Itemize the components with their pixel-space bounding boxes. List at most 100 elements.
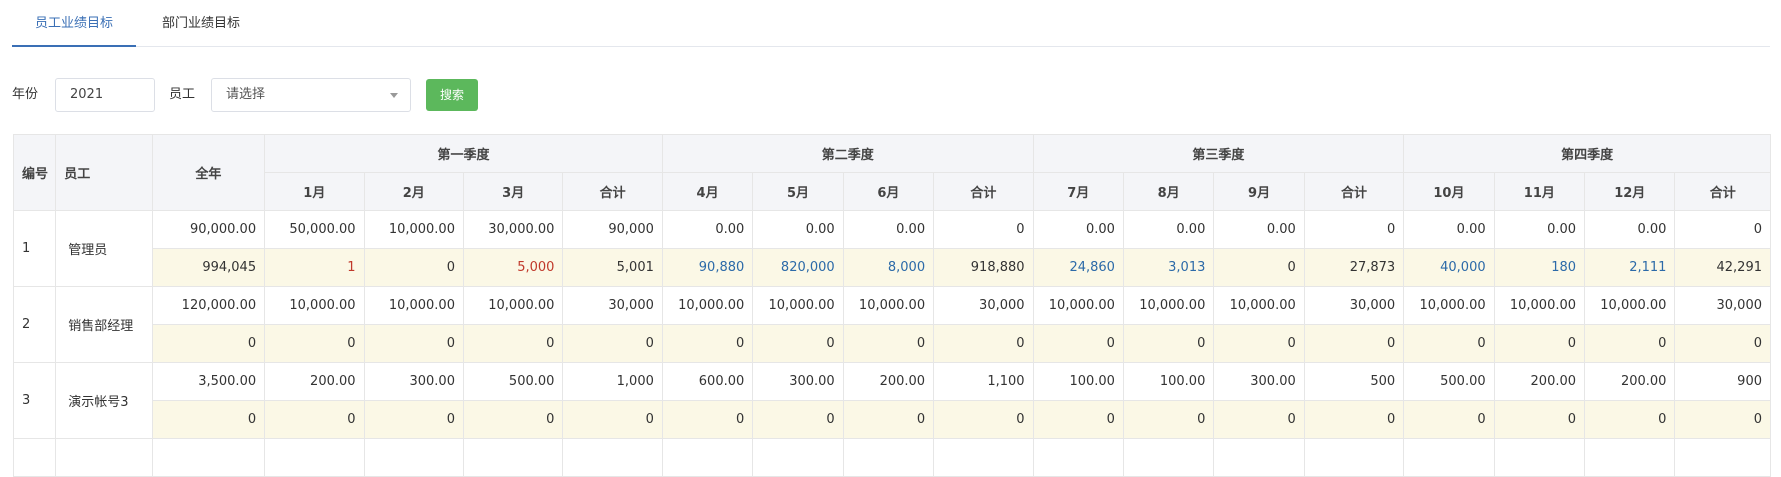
target-cell: 300.00 xyxy=(1213,362,1305,401)
actual-cell: 0 xyxy=(1674,400,1771,439)
target-cell: 0.00 xyxy=(1403,210,1495,249)
empty-cell xyxy=(752,438,844,477)
actual-cell: 0 xyxy=(462,400,564,439)
empty-cell xyxy=(1403,438,1495,477)
target-cell: 0.00 xyxy=(752,210,844,249)
actual-cell: 994,045 xyxy=(151,248,266,287)
actual-cell: 0 xyxy=(1303,324,1405,363)
header-month: 6月 xyxy=(842,172,935,211)
tab-department-targets[interactable]: 部门业绩目标 xyxy=(162,0,262,46)
actual-cell: 90,880 xyxy=(661,248,754,287)
target-cell: 10,000.00 xyxy=(264,286,365,325)
target-cell: 0.00 xyxy=(1032,210,1124,249)
target-cell: 600.00 xyxy=(661,362,754,401)
empty-cell xyxy=(933,438,1034,477)
actual-cell: 0 xyxy=(1674,324,1771,363)
target-cell: 3,500.00 xyxy=(151,362,266,401)
search-button[interactable]: 搜索 xyxy=(426,79,478,111)
actual-cell: 24,860 xyxy=(1032,248,1124,287)
actual-cell: 0 xyxy=(363,248,464,287)
target-cell: 200.00 xyxy=(1493,362,1586,401)
target-cell: 10,000.00 xyxy=(462,286,564,325)
employee-name: 管理员 xyxy=(55,210,153,287)
actual-cell: 0 xyxy=(1213,400,1305,439)
empty-cell xyxy=(1584,438,1676,477)
target-cell: 120,000.00 xyxy=(151,286,266,325)
target-cell: 10,000.00 xyxy=(363,210,464,249)
target-cell: 10,000.00 xyxy=(842,286,935,325)
target-cell: 100.00 xyxy=(1032,362,1124,401)
tab-employee-targets[interactable]: 员工业绩目标 xyxy=(12,0,136,47)
year-input[interactable]: 2021 xyxy=(55,78,155,112)
actual-cell: 0 xyxy=(933,324,1034,363)
table-row: 3 演示帐号3 3,500.00 200.00 300.00 500.00 1,000 600… xyxy=(12,362,1771,439)
target-cell: 1,100 xyxy=(933,362,1034,401)
target-cell: 200.00 xyxy=(264,362,365,401)
empty-cell xyxy=(1213,438,1305,477)
actual-cell: 0 xyxy=(1493,400,1586,439)
target-cell: 30,000 xyxy=(562,286,663,325)
header-month: 9月 xyxy=(1213,172,1305,211)
actual-cell: 0 xyxy=(1122,400,1215,439)
actual-cell: 1 xyxy=(264,248,365,287)
employee-name: 演示帐号3 xyxy=(55,362,153,439)
target-cell: 500.00 xyxy=(462,362,564,401)
header-month: 4月 xyxy=(661,172,754,211)
actual-cell: 3,013 xyxy=(1122,248,1215,287)
table-row-actual: 00000000000000000 xyxy=(14,324,1771,363)
target-cell: 0.00 xyxy=(1213,210,1305,249)
empty-cell xyxy=(1493,438,1586,477)
row-number: 3 xyxy=(12,362,57,439)
target-cell: 300.00 xyxy=(752,362,844,401)
actual-cell: 0 xyxy=(1403,400,1495,439)
table-row: 1 管理员 90,000.00 50,000.00 10,000.00 30,000.00… xyxy=(12,210,1771,287)
table-body: 1 管理员 90,000.00 50,000.00 10,000.00 30,000.00… xyxy=(12,210,1771,477)
target-cell: 10,000.00 xyxy=(1493,286,1586,325)
target-cell: 50,000.00 xyxy=(264,210,365,249)
actual-cell: 0 xyxy=(1213,324,1305,363)
target-cell: 30,000 xyxy=(1674,286,1771,325)
actual-cell: 0 xyxy=(462,324,564,363)
target-cell: 200.00 xyxy=(842,362,935,401)
target-cell: 10,000.00 xyxy=(1122,286,1215,325)
actual-cell: 820,000 xyxy=(752,248,844,287)
actual-cell: 180 xyxy=(1493,248,1586,287)
actual-cell: 0 xyxy=(1032,400,1124,439)
target-cell: 10,000.00 xyxy=(1213,286,1305,325)
actual-cell: 0 xyxy=(1403,324,1495,363)
header-employee: 员工 xyxy=(55,134,153,211)
table-row-actual: 00000000000000000 xyxy=(14,400,1771,439)
header-q2: 第二季度 xyxy=(661,134,1034,173)
empty-cell xyxy=(264,438,365,477)
target-cell: 500.00 xyxy=(1403,362,1495,401)
empty-cell xyxy=(562,438,663,477)
actual-cell: 0 xyxy=(1584,400,1676,439)
actual-cell: 0 xyxy=(151,324,266,363)
target-cell: 90,000.00 xyxy=(151,210,266,249)
employee-select[interactable]: 请选择 xyxy=(211,78,411,112)
empty-cell xyxy=(462,438,564,477)
actual-cell: 0 xyxy=(363,324,464,363)
empty-cell xyxy=(1032,438,1124,477)
actual-cell: 918,880 xyxy=(933,248,1034,287)
target-cell: 10,000.00 xyxy=(1032,286,1124,325)
target-cell: 30,000.00 xyxy=(462,210,564,249)
actual-cell: 2,111 xyxy=(1584,248,1676,287)
header-no: 编号 xyxy=(12,134,57,211)
target-cell: 10,000.00 xyxy=(363,286,464,325)
actual-cell: 0 xyxy=(1303,400,1405,439)
target-cell: 0.00 xyxy=(1493,210,1586,249)
target-cell: 900 xyxy=(1674,362,1771,401)
header-q1: 第一季度 xyxy=(264,134,663,173)
header-month: 2月 xyxy=(363,172,464,211)
actual-cell: 0 xyxy=(1213,248,1305,287)
header-month: 12月 xyxy=(1584,172,1676,211)
target-cell: 100.00 xyxy=(1122,362,1215,401)
empty-cell xyxy=(661,438,754,477)
tab-bar: 员工业绩目标 部门业绩目标 xyxy=(12,0,1770,47)
target-cell: 1,000 xyxy=(562,362,663,401)
target-cell: 0.00 xyxy=(661,210,754,249)
header-month: 1月 xyxy=(264,172,365,211)
header-month: 7月 xyxy=(1032,172,1124,211)
actual-cell: 0 xyxy=(752,400,844,439)
